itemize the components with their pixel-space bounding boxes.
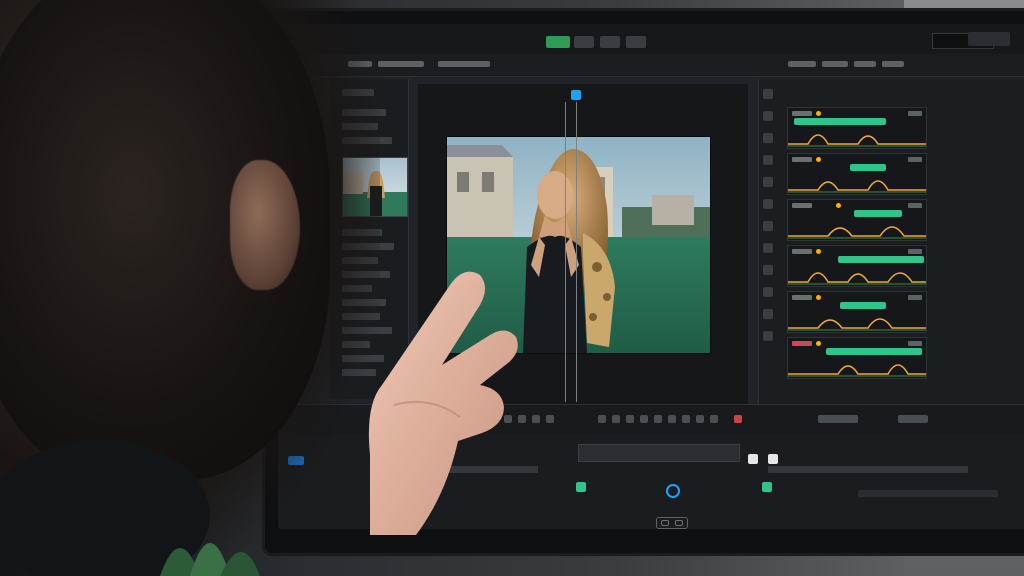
mode-button-4[interactable]	[626, 36, 646, 48]
transport-button[interactable]	[612, 415, 620, 423]
play-mode-button[interactable]	[546, 36, 570, 48]
tool-button[interactable]	[763, 243, 773, 253]
tool-button[interactable]	[763, 221, 773, 231]
track-value	[908, 203, 922, 208]
transform-gizmo-icon[interactable]	[666, 484, 680, 498]
tracks-toolstrip	[763, 89, 775, 389]
waveform-icon	[788, 272, 926, 285]
transport-button[interactable]	[898, 415, 928, 423]
keyframe-dot[interactable]	[816, 295, 821, 300]
mode-button-2[interactable]	[574, 36, 594, 48]
waveform-icon	[788, 226, 926, 239]
viewer-ear	[230, 160, 300, 290]
transport-button[interactable]	[626, 415, 634, 423]
transport-button[interactable]	[668, 415, 676, 423]
track-value	[908, 295, 922, 300]
pointing-hand	[368, 271, 518, 535]
timeline-marker[interactable]	[768, 454, 778, 464]
keyframe-track[interactable]	[787, 291, 927, 333]
keyframe-tracks-panel	[758, 79, 1024, 409]
transport-button[interactable]	[710, 415, 718, 423]
keyframe-track[interactable]	[787, 245, 927, 287]
keyframe-dot[interactable]	[816, 249, 821, 254]
tool-button[interactable]	[763, 89, 773, 99]
timeline-track-strip	[858, 490, 998, 497]
record-icon[interactable]	[734, 415, 742, 423]
track-name	[792, 295, 812, 300]
tool-button[interactable]	[763, 331, 773, 341]
track-name	[792, 249, 812, 254]
transport-button[interactable]	[654, 415, 662, 423]
track-value	[908, 341, 922, 346]
tool-button[interactable]	[763, 155, 773, 165]
waveform-icon	[788, 180, 926, 193]
track-value	[908, 249, 922, 254]
waveform-icon	[788, 318, 926, 331]
track-name	[792, 111, 812, 116]
keyframe-dot[interactable]	[836, 203, 841, 208]
waveform-icon	[788, 134, 926, 147]
photo-scene	[0, 0, 1024, 576]
track-name	[792, 203, 812, 208]
timeline-track-strip	[768, 466, 968, 473]
menu-row	[278, 54, 1024, 77]
track-value	[908, 157, 922, 162]
menu-item[interactable]	[788, 61, 816, 67]
monitor-logo	[656, 517, 688, 529]
transport-button[interactable]	[696, 415, 704, 423]
tool-button[interactable]	[763, 111, 773, 121]
keyframe-dot[interactable]	[816, 111, 821, 116]
menu-item[interactable]	[822, 61, 848, 67]
waveform-icon	[788, 364, 926, 377]
transport-button[interactable]	[818, 415, 858, 423]
mode-button-3[interactable]	[600, 36, 620, 48]
keyframe-dot[interactable]	[816, 341, 821, 346]
tool-button[interactable]	[763, 309, 773, 319]
playhead-icon[interactable]	[571, 90, 581, 100]
keyframe-dot[interactable]	[816, 157, 821, 162]
share-button[interactable]	[968, 32, 1010, 46]
plant-leaves	[160, 543, 260, 576]
menu-item[interactable]	[438, 61, 490, 67]
keyframe-track[interactable]	[787, 337, 927, 379]
timeline-marker[interactable]	[748, 454, 758, 464]
tool-button[interactable]	[763, 199, 773, 209]
track-value	[908, 111, 922, 116]
menu-item[interactable]	[882, 61, 904, 67]
keyframe-track[interactable]	[787, 107, 927, 149]
tool-button[interactable]	[763, 265, 773, 275]
transport-button[interactable]	[546, 415, 554, 423]
timeline-marker[interactable]	[762, 482, 772, 492]
menu-item[interactable]	[378, 61, 424, 67]
tool-button[interactable]	[763, 287, 773, 297]
track-name	[792, 341, 812, 346]
track-name	[792, 157, 812, 162]
tool-button[interactable]	[763, 133, 773, 143]
keyframe-track[interactable]	[787, 199, 927, 241]
tool-button[interactable]	[763, 177, 773, 187]
timeline-title-field[interactable]	[578, 444, 740, 462]
playhead-line[interactable]	[565, 102, 577, 402]
timeline-marker[interactable]	[576, 482, 586, 492]
menu-item[interactable]	[854, 61, 876, 67]
keyframe-track[interactable]	[787, 153, 927, 195]
editor-topbar	[278, 24, 1024, 55]
transport-button[interactable]	[640, 415, 648, 423]
transport-button[interactable]	[598, 415, 606, 423]
transport-button[interactable]	[682, 415, 690, 423]
